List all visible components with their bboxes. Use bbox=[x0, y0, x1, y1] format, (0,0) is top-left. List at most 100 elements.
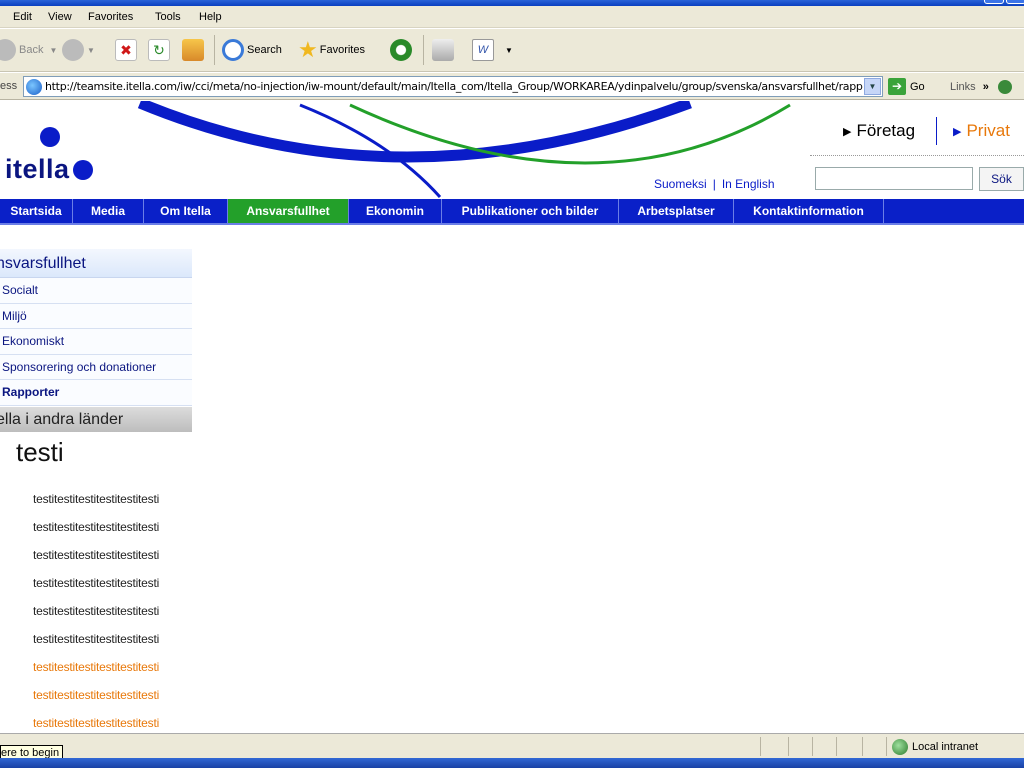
content-line: testitestitestitestitestitesti bbox=[33, 576, 160, 590]
back-arrow-icon bbox=[0, 39, 16, 61]
site-search-button[interactable]: Sök bbox=[979, 167, 1024, 191]
status-panel-divider bbox=[760, 737, 761, 756]
nav-startsida[interactable]: Startsida bbox=[0, 199, 73, 223]
history-button[interactable] bbox=[390, 37, 415, 63]
lang-finnish-link[interactable]: Suomeksi bbox=[654, 177, 707, 191]
search-label: Search bbox=[247, 44, 282, 56]
address-input[interactable]: http://teamsite.itella.com/iw/cci/meta/n… bbox=[23, 76, 883, 97]
security-zone[interactable]: Local intranet bbox=[892, 739, 978, 755]
logo-dot-icon bbox=[40, 127, 60, 147]
content-line-link[interactable]: testitestitestitestitestitesti bbox=[33, 688, 159, 716]
nav-ekonomin[interactable]: Ekonomin bbox=[349, 199, 442, 223]
browser-toolbar: Back ▼ ▼ ✖ ↻ Search ★ Favorites W ▼ bbox=[0, 29, 1024, 72]
nav-arbetsplatser[interactable]: Arbetsplatser bbox=[619, 199, 734, 223]
link-favicon-icon[interactable] bbox=[997, 80, 1012, 94]
status-panel-divider bbox=[862, 737, 863, 756]
edit-button[interactable]: W ▼ bbox=[472, 37, 513, 63]
home-button[interactable] bbox=[182, 37, 207, 63]
go-button[interactable]: ➔ Go bbox=[888, 78, 925, 95]
lang-separator: | bbox=[712, 177, 716, 191]
nav-ansvarsfullhet[interactable]: Ansvarsfullhet bbox=[228, 199, 349, 223]
sidebar-other-countries[interactable]: ella i andra länder bbox=[0, 405, 192, 432]
back-label: Back bbox=[19, 44, 44, 56]
segment-private-link[interactable]: ▶ Privat bbox=[953, 121, 1010, 141]
favorites-button[interactable]: ★ Favorites bbox=[298, 37, 365, 63]
content-line: testitestitestitestitestitesti bbox=[33, 632, 160, 646]
sidebar-item-sponsorering[interactable]: Sponsorering och donationer bbox=[0, 354, 192, 380]
sidebar: nsvarsfullhet Socialt Miljö Ekonomiskt S… bbox=[0, 249, 192, 432]
refresh-icon: ↻ bbox=[148, 39, 170, 61]
dotted-divider bbox=[810, 155, 1024, 156]
home-icon bbox=[182, 39, 204, 61]
stop-button[interactable]: ✖ bbox=[115, 37, 140, 63]
ie-page-icon bbox=[26, 78, 42, 95]
content-line: testitestitestitestitestitesti bbox=[33, 548, 160, 562]
menu-help[interactable]: Help bbox=[199, 11, 222, 23]
language-switcher: Suomeksi | In English bbox=[654, 177, 775, 191]
content-line-link[interactable]: testitestitestitestitestitesti bbox=[33, 716, 159, 733]
address-bar: ess http://teamsite.itella.com/iw/cci/me… bbox=[0, 73, 1024, 100]
nav-om-itella[interactable]: Om Itella bbox=[144, 199, 228, 223]
stop-icon: ✖ bbox=[115, 39, 137, 61]
segment-business-link[interactable]: ▶ Företag bbox=[843, 121, 915, 141]
menu-tools[interactable]: Tools bbox=[155, 11, 181, 23]
forward-dropdown-icon[interactable]: ▼ bbox=[87, 46, 95, 55]
status-panel-divider bbox=[836, 737, 837, 756]
restore-window-icon[interactable] bbox=[984, 0, 1004, 4]
lang-english-link[interactable]: In English bbox=[722, 177, 775, 191]
intranet-globe-icon bbox=[892, 739, 908, 755]
status-panel-divider bbox=[788, 737, 789, 756]
status-panel-divider bbox=[886, 737, 887, 756]
menu-edit[interactable]: Edit bbox=[13, 11, 32, 23]
content-lines: testitestitestitestitestitesti testitest… bbox=[33, 492, 159, 733]
chevron-right-icon[interactable]: » bbox=[983, 81, 989, 93]
print-button[interactable] bbox=[432, 37, 457, 63]
site-search-input[interactable] bbox=[815, 167, 973, 190]
favorites-star-icon: ★ bbox=[298, 37, 318, 62]
menu-view[interactable]: View bbox=[48, 11, 72, 23]
content-line: testitestitestitestitestitesti bbox=[33, 604, 160, 618]
toolbar-separator bbox=[214, 35, 215, 65]
back-button[interactable]: Back ▼ bbox=[0, 37, 57, 63]
web-page: itella ▶ Företag ▶ Privat Suomeksi | In En… bbox=[0, 101, 1024, 733]
search-button[interactable]: Search bbox=[222, 37, 282, 63]
word-edit-icon: W bbox=[472, 39, 494, 61]
nav-kontaktinformation[interactable]: Kontaktinformation bbox=[734, 199, 884, 223]
security-zone-label: Local intranet bbox=[912, 741, 979, 753]
forward-button[interactable]: ▼ bbox=[62, 37, 95, 63]
sidebar-heading[interactable]: nsvarsfullhet bbox=[0, 249, 192, 278]
print-icon bbox=[432, 39, 454, 61]
sidebar-item-miljo[interactable]: Miljö bbox=[0, 303, 192, 329]
go-label: Go bbox=[910, 80, 925, 93]
content-line: testitestitestitestitestitesti bbox=[33, 492, 160, 506]
status-panel-divider bbox=[812, 737, 813, 756]
favorites-label: Favorites bbox=[319, 44, 365, 56]
logo-text: itella bbox=[5, 154, 70, 184]
itella-logo[interactable]: itella bbox=[5, 154, 93, 185]
content-line-link[interactable]: testitestitestitestitestitesti bbox=[33, 660, 159, 688]
sidebar-item-socialt[interactable]: Socialt bbox=[0, 278, 192, 304]
sidebar-item-ekonomiskt[interactable]: Ekonomiskt bbox=[0, 329, 192, 355]
page-title: testi bbox=[16, 437, 64, 467]
nav-media[interactable]: Media bbox=[73, 199, 144, 223]
main-navigation: Startsida Media Om Itella Ansvarsfullhet… bbox=[0, 199, 1024, 225]
close-window-icon[interactable] bbox=[1006, 0, 1024, 4]
history-icon bbox=[390, 39, 412, 61]
back-dropdown-icon[interactable]: ▼ bbox=[49, 46, 57, 55]
segment-business-label: Företag bbox=[856, 121, 916, 140]
menu-favorites[interactable]: Favorites bbox=[88, 11, 133, 23]
edit-dropdown-icon[interactable]: ▼ bbox=[505, 46, 513, 55]
segment-divider bbox=[936, 117, 937, 145]
menu-bar: Edit View Favorites Tools Help bbox=[0, 6, 1024, 28]
triangle-right-icon: ▶ bbox=[843, 125, 852, 138]
refresh-button[interactable]: ↻ bbox=[148, 37, 173, 63]
segment-private-label: Privat bbox=[966, 121, 1010, 140]
windows-taskbar bbox=[0, 758, 1024, 768]
address-dropdown-icon[interactable]: ▼ bbox=[864, 78, 881, 95]
toolbar-separator bbox=[423, 35, 424, 65]
sidebar-item-rapporter[interactable]: Rapporter bbox=[0, 380, 192, 406]
nav-publikationer[interactable]: Publikationer och bilder bbox=[442, 199, 619, 223]
links-toolbar[interactable]: Links » bbox=[950, 80, 1012, 94]
address-url[interactable]: http://teamsite.itella.com/iw/cci/meta/n… bbox=[45, 80, 863, 93]
triangle-right-icon: ▶ bbox=[953, 125, 962, 138]
